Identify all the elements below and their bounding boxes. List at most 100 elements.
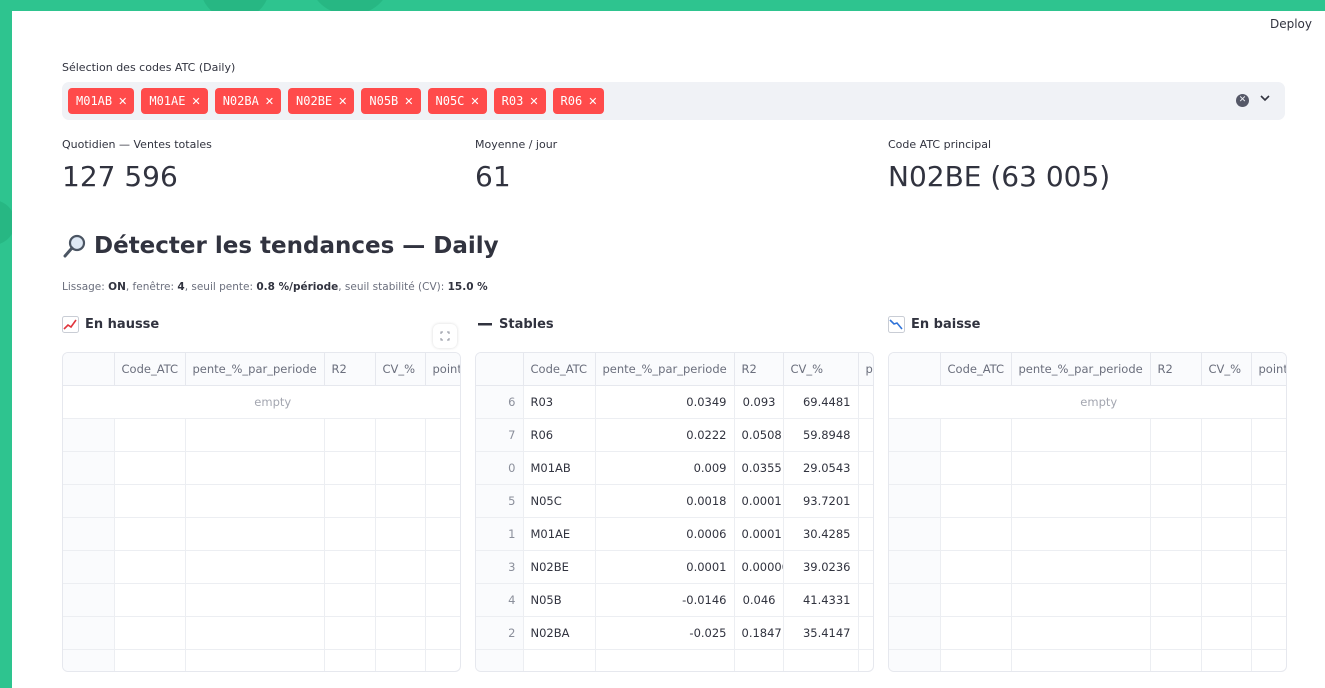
table-cell	[425, 649, 460, 671]
table-cell	[185, 418, 325, 452]
column-header[interactable]: pente_%_par_periode	[595, 353, 735, 386]
remove-tag-icon[interactable]: ✕	[588, 95, 597, 108]
falling-table[interactable]: Code_ATCpente_%_par_periodeR2CV_%points …	[888, 352, 1287, 672]
table-row[interactable]: 1 M01AE 0.0006 0.0001 30.4285	[476, 517, 873, 551]
table-row[interactable]: 6 R03 0.0349 0.093 69.4481	[476, 385, 873, 419]
selected-tag[interactable]: N02BE ✕	[288, 88, 355, 114]
fullscreen-icon[interactable]	[433, 324, 457, 348]
deploy-button[interactable]: Deploy	[1270, 17, 1312, 31]
clear-all-icon[interactable]: ✕	[1236, 94, 1249, 107]
table-cell	[324, 418, 376, 452]
column-header[interactable]: points	[1251, 353, 1286, 386]
selected-tag[interactable]: R06 ✕	[552, 88, 605, 114]
selected-tag[interactable]: N05B ✕	[361, 88, 421, 114]
table-cell	[1011, 616, 1151, 650]
table-cell	[889, 418, 941, 452]
remove-tag-icon[interactable]: ✕	[338, 95, 347, 108]
table-cell	[1201, 616, 1252, 650]
column-header[interactable]: R2	[734, 353, 784, 386]
column-header[interactable]: Code_ATC	[114, 353, 186, 386]
table-cell	[63, 550, 115, 584]
cell-points	[858, 418, 873, 452]
table-row[interactable]: 0 M01AB 0.009 0.0355 29.0543	[476, 451, 873, 485]
table-row[interactable]: 7 R06 0.0222 0.0508 59.8948	[476, 418, 873, 452]
cell-cv: 93.7201	[783, 484, 859, 518]
selected-tag[interactable]: N05C ✕	[427, 88, 487, 114]
table-row	[889, 583, 1286, 617]
column-header[interactable]: CV_%	[783, 353, 859, 386]
table-row[interactable]: 2 N02BA -0.025 0.1847 35.4147	[476, 616, 873, 650]
table-cell	[889, 451, 941, 485]
table-cell	[425, 517, 460, 551]
selected-tag[interactable]: M01AB ✕	[68, 88, 135, 114]
table-cell	[375, 484, 426, 518]
column-header[interactable]: points	[858, 353, 873, 386]
table-cell	[1251, 451, 1286, 485]
table-cell	[425, 583, 460, 617]
index-header	[63, 353, 115, 386]
table-cell	[1201, 649, 1252, 671]
remove-tag-icon[interactable]: ✕	[118, 95, 127, 108]
cell-code: N05B	[523, 583, 596, 617]
empty-message: empty	[889, 385, 1286, 419]
table-cell	[858, 649, 873, 671]
cell-cv: 41.4331	[783, 583, 859, 617]
cell-idx: 0	[476, 451, 524, 485]
column-header[interactable]: Code_ATC	[940, 353, 1012, 386]
table-cell	[1201, 550, 1252, 584]
table-row[interactable]: 3N02BE0.00010.00000439.0236	[476, 550, 873, 584]
column-header[interactable]: pente_%_par_periode	[185, 353, 325, 386]
table-cell	[1011, 451, 1151, 485]
metric-average-per-day: Moyenne / jour 61	[475, 138, 557, 193]
metric-value: 61	[475, 160, 511, 193]
metric-main-atc-code: Code ATC principal N02BE (63 005)	[888, 138, 1110, 193]
index-header	[889, 353, 941, 386]
stable-table[interactable]: Code_ATCpente_%_par_periodeR2CV_%points …	[475, 352, 874, 672]
atc-multiselect[interactable]: M01AB ✕ M01AE ✕ N02BA ✕ N02BE ✕ N05B ✕ N05C ✕ R03 ✕ R0…	[62, 82, 1285, 120]
selected-tag[interactable]: M01AE ✕	[141, 88, 208, 114]
metric-value: N02BE (63 005)	[888, 160, 1111, 193]
table-cell	[1150, 616, 1202, 650]
column-header[interactable]: R2	[324, 353, 376, 386]
table-cell	[185, 484, 325, 518]
table-cell	[1251, 616, 1286, 650]
remove-tag-icon[interactable]: ✕	[404, 95, 413, 108]
column-header[interactable]: CV_%	[1201, 353, 1252, 386]
table-cell	[425, 484, 460, 518]
table-cell	[375, 418, 426, 452]
cell-idx: 3	[476, 550, 524, 584]
remove-tag-icon[interactable]: ✕	[529, 95, 538, 108]
stable-title: Stables	[477, 316, 554, 332]
table-cell	[523, 649, 596, 671]
remove-tag-icon[interactable]: ✕	[470, 95, 479, 108]
remove-tag-icon[interactable]: ✕	[265, 95, 274, 108]
cell-r2: 0.093	[734, 385, 784, 419]
column-header[interactable]: CV_%	[375, 353, 426, 386]
rising-table[interactable]: Code_ATCpente_%_par_periodeR2CV_%points …	[62, 352, 461, 672]
table-row[interactable]: 4 N05B -0.0146 0.046 41.4331	[476, 583, 873, 617]
table-row[interactable]: 5 N05C 0.0018 0.0001 93.7201	[476, 484, 873, 518]
table-cell	[324, 616, 376, 650]
remove-tag-icon[interactable]: ✕	[191, 95, 200, 108]
table-cell	[114, 517, 186, 551]
selected-tag[interactable]: R03 ✕	[493, 88, 546, 114]
column-header[interactable]: pente_%_par_periode	[1011, 353, 1151, 386]
column-header[interactable]: points	[425, 353, 460, 386]
table-cell	[114, 451, 186, 485]
table-cell	[889, 583, 941, 617]
table-cell	[734, 649, 784, 671]
table-cell	[476, 649, 524, 671]
cell-code: N02BE	[523, 550, 596, 584]
column-header[interactable]: R2	[1150, 353, 1202, 386]
chart-decreasing-icon	[888, 316, 905, 333]
table-cell	[114, 649, 186, 671]
cell-cv: 59.8948	[783, 418, 859, 452]
chevron-down-icon[interactable]	[1258, 91, 1272, 105]
cell-r2: 0.000004	[734, 550, 784, 584]
section-title-text: Détecter les tendances — Daily	[94, 233, 499, 259]
column-header[interactable]: Code_ATC	[523, 353, 596, 386]
table-cell	[940, 583, 1012, 617]
selected-tag[interactable]: N02BA ✕	[214, 88, 282, 114]
table-cell	[425, 451, 460, 485]
table-cell	[940, 616, 1012, 650]
